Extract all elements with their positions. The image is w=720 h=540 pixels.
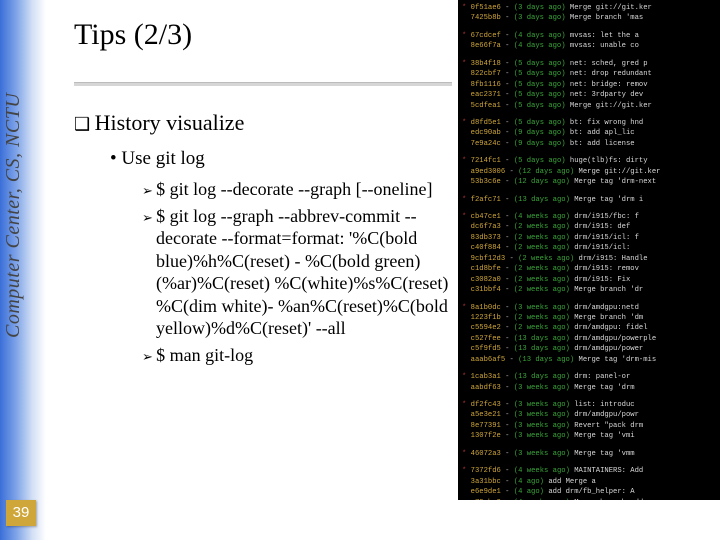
slide-content: History visualize Use git log $ git log … [74, 110, 454, 370]
terminal-screenshot: * 0f51ae6 - (3 days ago) Merge git://git… [458, 0, 720, 500]
org-label: Computer Center, CS, NCTU [2, 8, 25, 338]
section-heading: History visualize [74, 110, 454, 136]
slide-title: Tips (2/3) [74, 18, 192, 52]
bullet-item: $ git log --graph --abbrev-commit --deco… [142, 205, 454, 340]
bullet-item: $ git log --decorate --graph [--oneline] [142, 178, 454, 201]
subsection: Use git log [110, 148, 454, 170]
page-number: 39 [6, 500, 36, 526]
sidebar: Computer Center, CS, NCTU 39 [0, 0, 46, 540]
title-divider [74, 82, 452, 86]
bullet-item: $ man git-log [142, 344, 454, 367]
